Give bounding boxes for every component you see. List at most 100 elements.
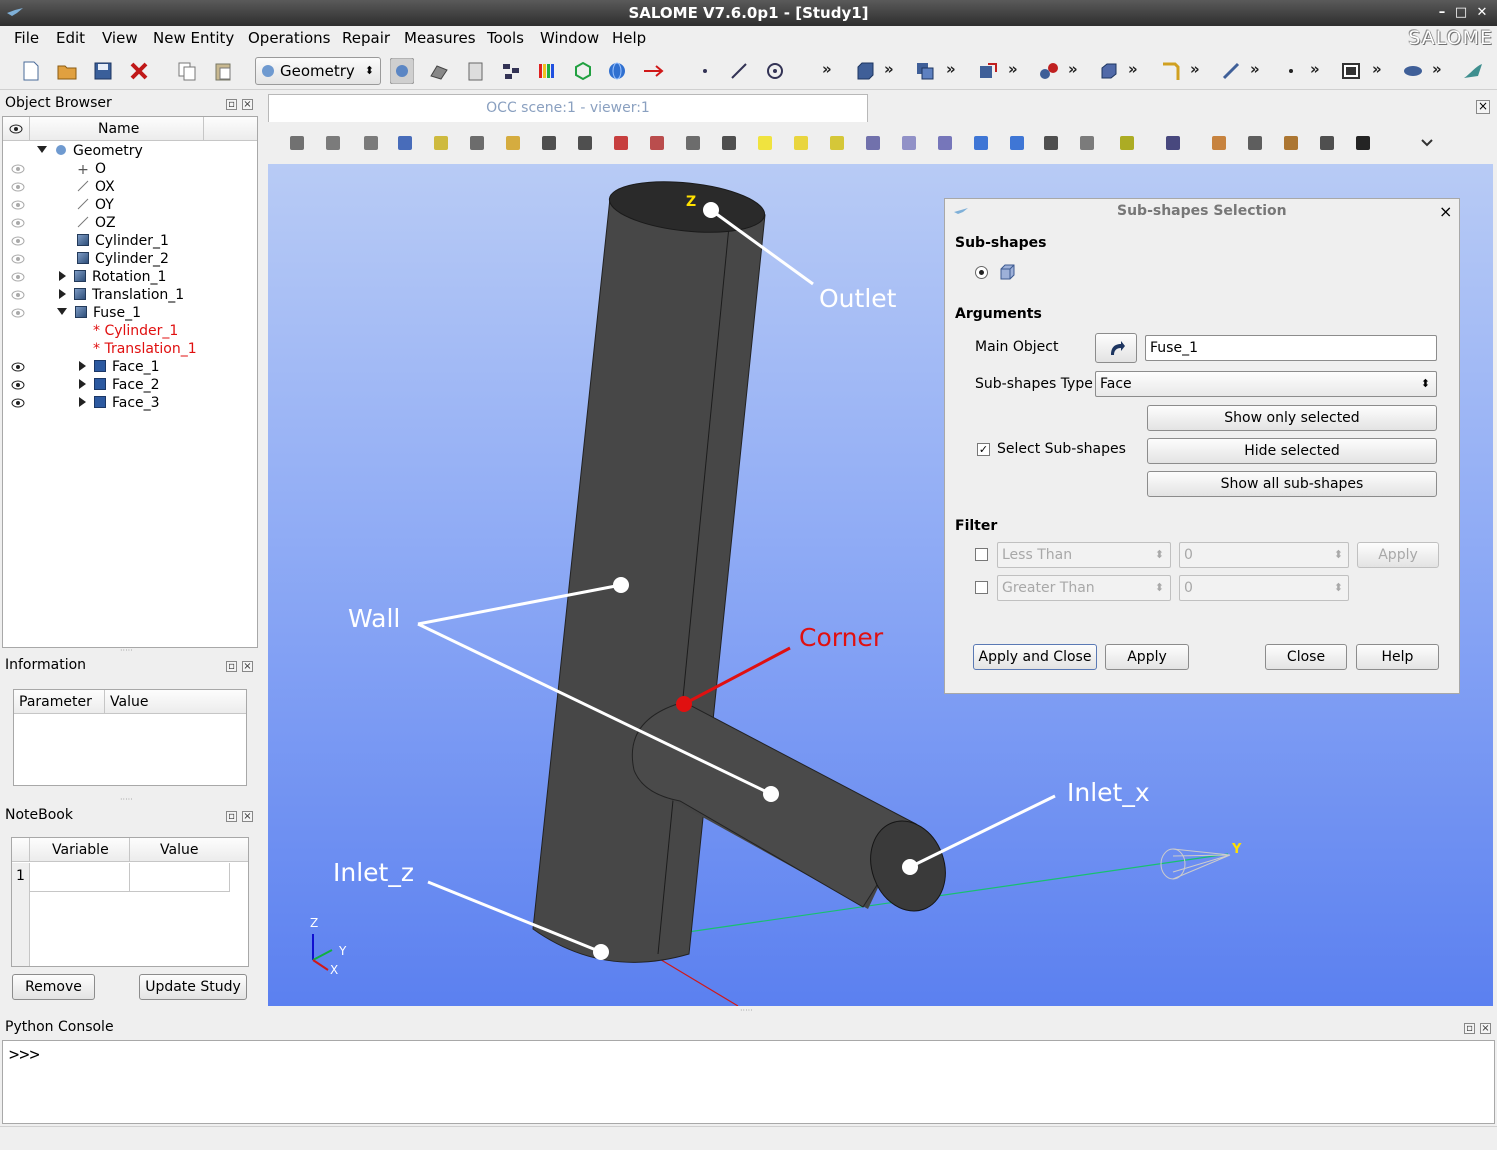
mesh-module-icon[interactable]: [428, 60, 450, 82]
tree-item-oy[interactable]: OY: [77, 196, 114, 214]
apply-button[interactable]: Apply: [1105, 644, 1189, 670]
float-icon[interactable]: ▫: [226, 811, 237, 822]
menu-window[interactable]: Window: [540, 29, 599, 47]
apply-and-close-button[interactable]: Apply and Close: [973, 644, 1097, 670]
save-icon[interactable]: [92, 60, 114, 82]
close-document-icon[interactable]: [128, 60, 150, 82]
help-button[interactable]: Help: [1356, 644, 1439, 670]
operations-icon[interactable]: [1038, 60, 1060, 82]
tree-item-face-1[interactable]: Face_1: [79, 358, 160, 376]
close-icon[interactable]: ×: [242, 661, 253, 672]
visibility-eye-icon[interactable]: [11, 398, 25, 408]
visibility-eye-icon[interactable]: [11, 308, 25, 318]
menu-repair[interactable]: Repair: [342, 29, 390, 47]
menu-tools[interactable]: Tools: [487, 29, 524, 47]
measure-icon[interactable]: [1160, 60, 1182, 82]
module-selector[interactable]: Geometry ⬍: [255, 57, 381, 85]
subshapes-type-select[interactable]: Face ⬍: [1095, 371, 1437, 397]
more-tools-icon[interactable]: »: [1068, 60, 1078, 78]
rotate-clockwise-icon[interactable]: [1006, 132, 1028, 154]
zoom-icon[interactable]: [574, 132, 596, 154]
more-tools-icon[interactable]: »: [1432, 60, 1442, 78]
visibility-eye-icon[interactable]: [11, 200, 25, 210]
trihedron-icon[interactable]: [466, 132, 488, 154]
expand-arrow-icon[interactable]: [59, 289, 66, 299]
filter-greater-than-select[interactable]: Greater Than ⬍: [997, 575, 1171, 601]
front-view-icon[interactable]: [754, 132, 776, 154]
show-all-subshapes-button[interactable]: Show all sub-shapes: [1147, 471, 1437, 497]
name-column-header[interactable]: Name: [98, 117, 139, 141]
more-tools-icon[interactable]: »: [1372, 60, 1382, 78]
box-primitive-icon[interactable]: [854, 60, 876, 82]
menu-view[interactable]: View: [102, 29, 138, 47]
memorize-view-icon[interactable]: [1076, 132, 1098, 154]
variable-cell[interactable]: [30, 863, 130, 892]
rotation-point-icon[interactable]: [718, 132, 740, 154]
expand-arrow-icon[interactable]: [59, 271, 66, 281]
fit-all-icon[interactable]: [502, 132, 524, 154]
menu-operations[interactable]: Operations: [248, 29, 330, 47]
graduated-axes-icon[interactable]: [1280, 132, 1302, 154]
new-document-icon[interactable]: [20, 60, 42, 82]
menu-help[interactable]: Help: [612, 29, 646, 47]
select-main-object-button[interactable]: [1095, 333, 1137, 363]
restore-view-icon[interactable]: [1116, 132, 1138, 154]
back-view-icon[interactable]: [790, 132, 812, 154]
expand-arrow-icon[interactable]: [37, 146, 47, 153]
rotate-anticlockwise-icon[interactable]: [970, 132, 992, 154]
copy-icon[interactable]: [176, 60, 198, 82]
geometry-module-button-icon[interactable]: [390, 58, 414, 84]
circle-icon[interactable]: [764, 60, 786, 82]
subshapes-radio[interactable]: [975, 266, 988, 279]
dialog-close-icon[interactable]: ×: [1439, 202, 1452, 221]
viewer-tab[interactable]: OCC scene:1 - viewer:1: [268, 94, 868, 122]
open-folder-icon[interactable]: [56, 60, 78, 82]
visibility-eye-icon[interactable]: [11, 290, 25, 300]
clone-view-icon[interactable]: [1162, 132, 1184, 154]
menu-measures[interactable]: Measures: [404, 29, 476, 47]
dump-view-icon[interactable]: [286, 132, 308, 154]
value-column-header[interactable]: Value: [110, 690, 148, 714]
scaling-icon[interactable]: [1244, 132, 1266, 154]
clipping-icon[interactable]: [1208, 132, 1230, 154]
visibility-eye-icon[interactable]: [11, 236, 25, 246]
ambient-icon[interactable]: [1316, 132, 1338, 154]
menu-edit[interactable]: Edit: [56, 29, 85, 47]
tree-item-rotation-1[interactable]: Rotation_1: [59, 268, 166, 286]
boolean-icon[interactable]: [914, 60, 936, 82]
yacs-module-icon[interactable]: [500, 60, 522, 82]
more-tools-icon[interactable]: »: [946, 60, 956, 78]
reset-view-icon[interactable]: [1040, 132, 1062, 154]
tree-item-translation-1[interactable]: Translation_1: [59, 286, 184, 304]
notebook-module-icon[interactable]: [464, 60, 486, 82]
visibility-eye-icon[interactable]: [11, 254, 25, 264]
close-window-button[interactable]: ✕: [1473, 4, 1491, 22]
bottom-view-icon[interactable]: [862, 132, 884, 154]
visibility-eye-icon[interactable]: [11, 362, 25, 372]
value-cell[interactable]: [130, 863, 230, 892]
paravis-module-icon[interactable]: [536, 60, 558, 82]
close-icon[interactable]: ×: [242, 811, 253, 822]
maximize-button[interactable]: □: [1452, 4, 1470, 22]
vertex-icon[interactable]: [1280, 60, 1302, 82]
visibility-eye-icon[interactable]: [11, 164, 25, 174]
tree-item-o[interactable]: + O: [77, 160, 106, 178]
parameter-column-header[interactable]: Parameter: [19, 690, 92, 714]
more-tools-icon[interactable]: »: [1250, 60, 1260, 78]
transform-icon[interactable]: [976, 60, 998, 82]
close-icon[interactable]: ×: [1480, 1023, 1491, 1034]
zooming-style-icon[interactable]: [360, 132, 382, 154]
expand-arrow-icon[interactable]: [79, 361, 86, 371]
tree-item-oz[interactable]: OZ: [77, 214, 116, 232]
picture-icon[interactable]: [1340, 60, 1362, 82]
line-icon[interactable]: [728, 60, 750, 82]
top-view-icon[interactable]: [826, 132, 848, 154]
close-button[interactable]: Close: [1265, 644, 1347, 670]
point-icon[interactable]: [694, 60, 716, 82]
more-tools-icon[interactable]: »: [1310, 60, 1320, 78]
more-tools-icon[interactable]: »: [1190, 60, 1200, 78]
tree-item-ref-cylinder-1[interactable]: * Cylinder_1: [93, 322, 178, 340]
visibility-eye-icon[interactable]: [11, 272, 25, 282]
filter-greater-than-input[interactable]: 0 ⬍: [1179, 575, 1349, 601]
filter-greater-than-checkbox[interactable]: [975, 581, 988, 594]
